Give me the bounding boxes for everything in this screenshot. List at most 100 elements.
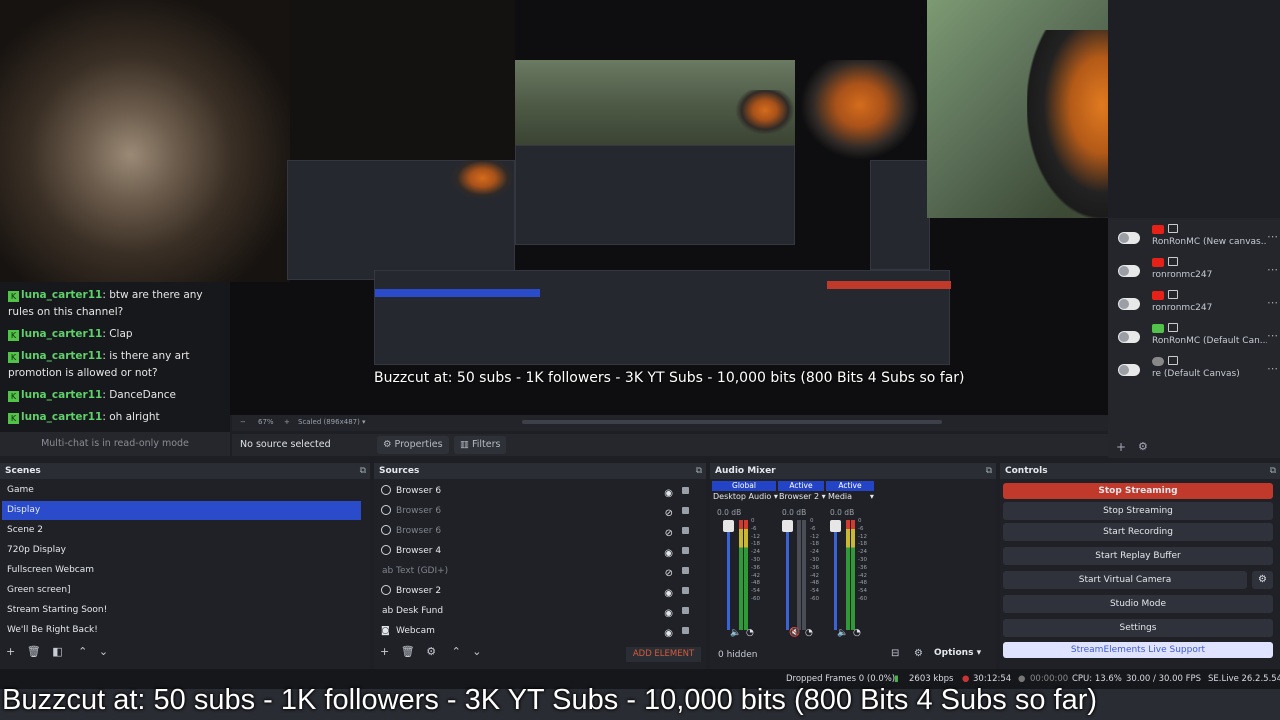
mixer-tab-active[interactable]: Active bbox=[778, 481, 824, 491]
add-output-button[interactable]: + bbox=[1116, 440, 1126, 454]
mixer-settings-icon[interactable]: ⚙ bbox=[914, 648, 923, 659]
lock-icon[interactable] bbox=[682, 567, 689, 574]
source-toolbar: No source selected ⚙ Properties ▥ Filter… bbox=[232, 434, 1108, 456]
zoom-dropdown[interactable]: ▾ bbox=[362, 418, 366, 426]
properties-button[interactable]: ⚙ Properties bbox=[377, 436, 449, 454]
output-row[interactable]: re (Default Canvas) ⋯ bbox=[1118, 354, 1278, 384]
add-scene-button[interactable]: + bbox=[6, 645, 15, 658]
lock-icon[interactable] bbox=[682, 487, 689, 494]
channel-name[interactable]: Media ▾ bbox=[828, 492, 874, 501]
undock-icon[interactable]: ⧉ bbox=[986, 463, 992, 479]
scene-item[interactable]: We'll Be Right Back! bbox=[2, 621, 361, 640]
zoom-in-button[interactable]: + bbox=[284, 418, 290, 426]
output-row[interactable]: ronronmc247 ⋯ bbox=[1118, 255, 1278, 285]
virtual-camera-gear-icon[interactable]: ⚙ bbox=[1252, 571, 1273, 589]
output-toggle[interactable] bbox=[1118, 232, 1140, 244]
start-virtual-camera-button[interactable]: Start Virtual Camera bbox=[1003, 571, 1247, 589]
lock-icon[interactable] bbox=[682, 627, 689, 634]
output-toggle[interactable] bbox=[1118, 265, 1140, 277]
mixer-layout-icon[interactable]: ⊟ bbox=[891, 648, 899, 659]
volume-slider[interactable] bbox=[834, 520, 837, 630]
scene-item[interactable]: Green screen] bbox=[2, 581, 361, 600]
scene-item[interactable]: 720p Display bbox=[2, 541, 361, 560]
preview-scrollbar[interactable] bbox=[522, 420, 942, 424]
options-dropdown[interactable]: Options ▾ bbox=[934, 648, 981, 658]
add-element-button[interactable]: ADD ELEMENT bbox=[626, 647, 701, 662]
speaker-icon[interactable]: 🔈 bbox=[730, 628, 741, 638]
remove-scene-button[interactable]: 🗑 bbox=[27, 645, 41, 658]
headphones-icon[interactable]: ◔ bbox=[853, 628, 861, 638]
output-toggle[interactable] bbox=[1118, 298, 1140, 310]
volume-handle[interactable] bbox=[830, 520, 841, 532]
settings-button[interactable]: Settings bbox=[1003, 619, 1273, 637]
start-replay-buffer-button[interactable]: Start Replay Buffer bbox=[1003, 547, 1273, 565]
more-icon[interactable]: ⋯ bbox=[1267, 230, 1278, 243]
volume-handle[interactable] bbox=[723, 520, 734, 532]
output-row[interactable]: RonRonMC (New canvas... ⋯ bbox=[1118, 222, 1278, 252]
move-down-button[interactable]: ⌄ bbox=[472, 645, 481, 658]
volume-slider[interactable] bbox=[727, 520, 730, 630]
lock-icon[interactable] bbox=[682, 527, 689, 534]
scene-item[interactable]: Fullscreen Webcam bbox=[2, 561, 361, 580]
scene-filters-button[interactable]: ◧ bbox=[52, 645, 62, 658]
source-item[interactable]: Browser 4 ◉ bbox=[375, 541, 697, 561]
filters-button[interactable]: ▥ Filters bbox=[454, 436, 507, 454]
undock-icon[interactable]: ⧉ bbox=[696, 463, 702, 479]
channel-name[interactable]: Desktop Audio ▾ bbox=[713, 492, 778, 501]
source-item[interactable]: ab Text (GDI+) ⊘ bbox=[375, 561, 697, 581]
move-up-button[interactable]: ⌃ bbox=[78, 645, 87, 658]
add-source-button[interactable]: + bbox=[380, 645, 389, 658]
move-up-button[interactable]: ⌃ bbox=[452, 645, 461, 658]
output-row[interactable]: ronronmc247 ⋯ bbox=[1118, 288, 1278, 318]
lock-icon[interactable] bbox=[682, 507, 689, 514]
stop-streaming-button[interactable]: Stop Streaming bbox=[1003, 502, 1273, 520]
more-icon[interactable]: ⋯ bbox=[1267, 263, 1278, 276]
source-item[interactable]: ab Desk Fund ◉ bbox=[375, 601, 697, 621]
zoom-out-button[interactable]: − bbox=[240, 418, 246, 426]
source-properties-button[interactable]: ⚙ bbox=[426, 645, 436, 658]
source-item[interactable]: Browser 6 ⊘ bbox=[375, 521, 697, 541]
output-toggle[interactable] bbox=[1118, 331, 1140, 343]
visibility-icon[interactable]: ◉ bbox=[664, 624, 673, 644]
more-icon[interactable]: ⋯ bbox=[1267, 296, 1278, 309]
controls-header: Controls ⧉ bbox=[1000, 463, 1280, 479]
studio-mode-button[interactable]: Studio Mode bbox=[1003, 595, 1273, 613]
output-toggle[interactable] bbox=[1118, 364, 1140, 376]
monitor-icon bbox=[1168, 356, 1178, 365]
muted-speaker-icon[interactable]: 🔇 bbox=[789, 628, 800, 638]
mixer-tab-global[interactable]: Global bbox=[712, 481, 776, 491]
output-row[interactable]: RonRonMC (Default Can... ⋯ bbox=[1118, 321, 1278, 351]
speaker-icon[interactable]: 🔈 bbox=[837, 628, 848, 638]
channel-name[interactable]: Browser 2 ▾ bbox=[779, 492, 826, 501]
scene-item[interactable]: Stream Starting Soon! bbox=[2, 601, 361, 620]
source-item[interactable]: Browser 6 ◉ bbox=[375, 481, 697, 501]
remove-source-button[interactable]: 🗑 bbox=[401, 645, 415, 658]
mixer-tab-active-2[interactable]: Active bbox=[826, 481, 874, 491]
mixer-channel: Desktop Audio ▾ 0.0 dB 0 -6 -12 -18 -24 -30 -3… bbox=[713, 492, 778, 638]
streamelements-support-button[interactable]: StreamElements Live Support bbox=[1003, 642, 1273, 658]
gear-icon[interactable]: ⚙ bbox=[1138, 440, 1148, 453]
stop-streaming-main-button[interactable]: Stop Streaming bbox=[1003, 483, 1273, 499]
mixer-header: Audio Mixer ⧉ bbox=[710, 463, 996, 479]
more-icon[interactable]: ⋯ bbox=[1267, 362, 1278, 375]
volume-handle[interactable] bbox=[782, 520, 793, 532]
start-recording-button[interactable]: Start Recording bbox=[1003, 523, 1273, 541]
undock-icon[interactable]: ⧉ bbox=[360, 463, 366, 479]
scene-item[interactable]: Scene 2 bbox=[2, 521, 361, 540]
scene-item[interactable]: Display bbox=[2, 501, 361, 520]
source-item[interactable]: Browser 2 ◉ bbox=[375, 581, 697, 601]
scene-item[interactable]: Game bbox=[2, 481, 361, 500]
lock-icon[interactable] bbox=[682, 587, 689, 594]
lock-icon[interactable] bbox=[682, 547, 689, 554]
headphones-icon[interactable]: ◔ bbox=[746, 628, 754, 638]
move-down-button[interactable]: ⌄ bbox=[99, 645, 108, 658]
volume-slider[interactable] bbox=[786, 520, 789, 630]
chair-image-small bbox=[450, 160, 515, 200]
undock-icon[interactable]: ⧉ bbox=[1270, 463, 1276, 479]
more-icon[interactable]: ⋯ bbox=[1267, 329, 1278, 342]
signal-icon: ▮ bbox=[894, 674, 899, 684]
lock-icon[interactable] bbox=[682, 607, 689, 614]
source-item[interactable]: Browser 6 ⊘ bbox=[375, 501, 697, 521]
source-item[interactable]: ◙ Webcam ◉ bbox=[375, 621, 697, 641]
headphones-icon[interactable]: ◔ bbox=[805, 628, 813, 638]
